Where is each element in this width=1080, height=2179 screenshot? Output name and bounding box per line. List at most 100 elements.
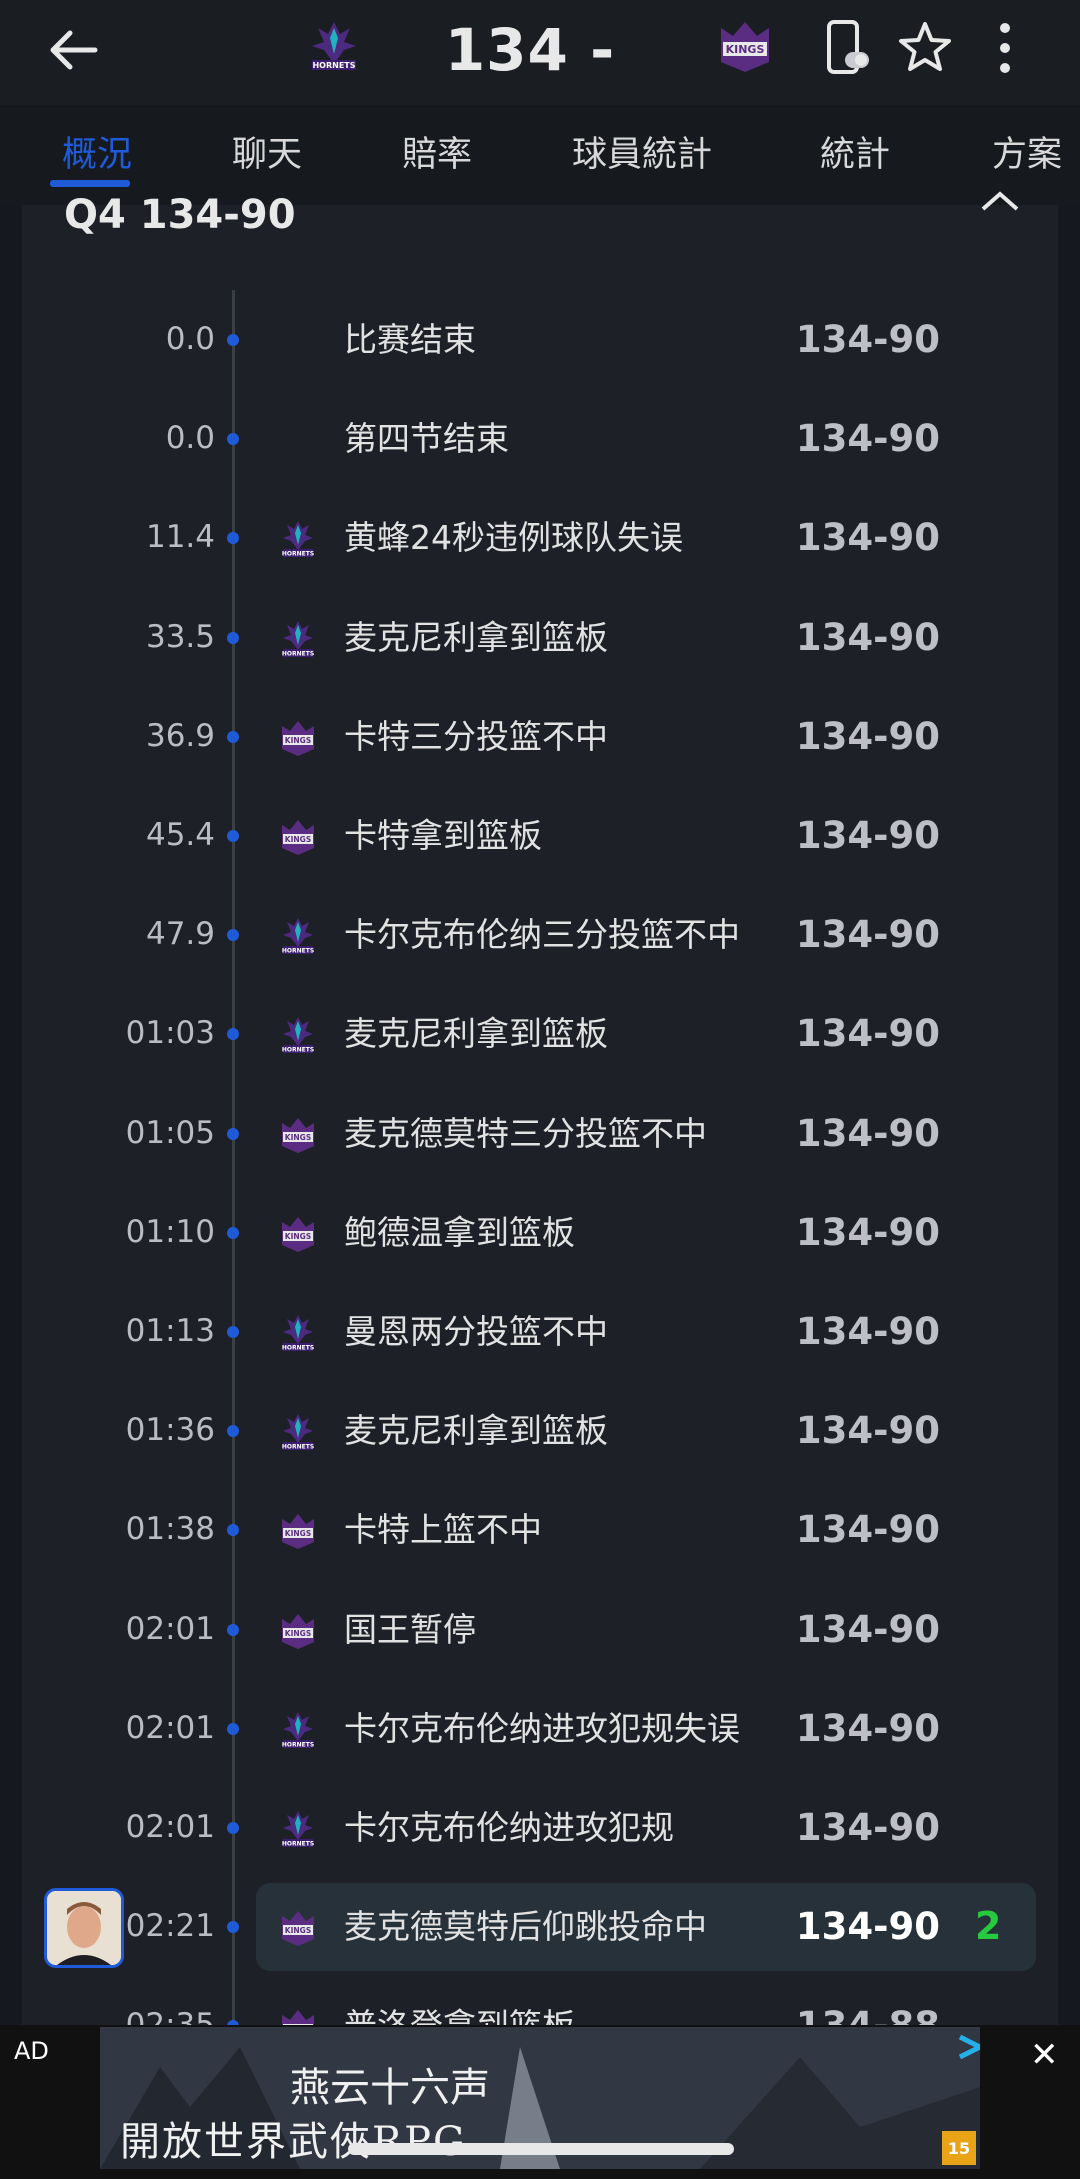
event-row[interactable]: 02:21 KINGS 麦克德莫特后仰跳投命中 134-90 2 bbox=[0, 1877, 1080, 1976]
event-row[interactable]: 0.0 比赛结束 134-90 bbox=[0, 290, 1080, 389]
event-row[interactable]: 33.5 HORNETS 麦克尼利拿到篮板 134-90 bbox=[0, 588, 1080, 687]
event-time: 33.5 bbox=[145, 618, 215, 655]
event-time: 01:13 bbox=[125, 1313, 215, 1349]
back-arrow-icon[interactable] bbox=[40, 18, 110, 88]
event-time: 02:21 bbox=[125, 1908, 215, 1945]
event-description: 麦克尼利拿到篮板 bbox=[344, 1014, 608, 1054]
hornets-logo-icon: HORNETS bbox=[276, 517, 320, 561]
tab-stats[interactable]: 統計 bbox=[820, 105, 890, 205]
timeline-dot bbox=[227, 929, 239, 942]
event-score: 134-90 bbox=[795, 318, 940, 361]
event-time: 02:01 bbox=[125, 1610, 215, 1647]
event-row[interactable]: 01:03 HORNETS 麦克尼利拿到篮板 134-90 bbox=[0, 984, 1080, 1083]
tab-odds[interactable]: 賠率 bbox=[402, 105, 472, 205]
event-time: 01:36 bbox=[125, 1412, 215, 1449]
kings-logo-icon: KINGS bbox=[276, 1212, 320, 1256]
event-row[interactable]: 36.9 KINGS 卡特三分投篮不中 134-90 bbox=[0, 687, 1080, 786]
event-description: 麦克尼利拿到篮板 bbox=[344, 1411, 608, 1451]
timeline-dot bbox=[227, 433, 239, 446]
event-score: 134-90 bbox=[795, 1905, 940, 1949]
svg-text:HORNETS: HORNETS bbox=[282, 1444, 314, 1451]
kings-logo-icon: KINGS bbox=[276, 815, 320, 859]
event-time: 47.9 bbox=[145, 916, 215, 953]
svg-text:KINGS: KINGS bbox=[285, 1529, 311, 1538]
svg-text:KINGS: KINGS bbox=[726, 43, 765, 56]
event-row[interactable]: 01:13 HORNETS 曼恩两分投篮不中 134-90 bbox=[0, 1282, 1080, 1381]
phone-toggle-icon[interactable] bbox=[815, 18, 875, 78]
ad-banner[interactable]: AD 15 燕云十六声 開放世界武俠RPG ✕ bbox=[0, 2025, 1080, 2179]
event-row[interactable]: 02:01 HORNETS 卡尔克布伦纳进攻犯规失误 134-90 bbox=[0, 1679, 1080, 1778]
hornets-logo-icon: HORNETS bbox=[276, 617, 320, 661]
timeline-dot bbox=[227, 1127, 239, 1140]
event-description: 卡尔克布伦纳进攻犯规 bbox=[344, 1808, 674, 1847]
hornets-logo-icon: HORNETS bbox=[276, 1311, 320, 1355]
timeline-dot bbox=[227, 1921, 239, 1934]
timeline-dot bbox=[227, 730, 239, 743]
home-indicator[interactable] bbox=[348, 2143, 734, 2155]
event-row[interactable]: 01:05 KINGS 麦克德莫特三分投篮不中 134-90 bbox=[0, 1084, 1080, 1183]
ad-close-button[interactable]: ✕ bbox=[1030, 2035, 1059, 2075]
tab-player-stats[interactable]: 球員統計 bbox=[572, 105, 712, 205]
event-row[interactable]: 02:01 HORNETS 卡尔克布伦纳进攻犯规 134-90 bbox=[0, 1778, 1080, 1877]
event-description: 卡尔克布伦纳三分投篮不中 bbox=[344, 915, 740, 955]
kings-logo-icon: KINGS bbox=[276, 1906, 320, 1950]
timeline-dot bbox=[227, 1326, 239, 1338]
event-description: 鲍德温拿到篮板 bbox=[344, 1212, 575, 1252]
kings-logo-icon: KINGS bbox=[276, 1113, 320, 1157]
event-row[interactable]: 45.4 KINGS 卡特拿到篮板 134-90 bbox=[0, 786, 1080, 885]
event-time: 01:05 bbox=[125, 1114, 215, 1151]
quarter-title: Q4 134-90 bbox=[64, 192, 296, 238]
svg-text:HORNETS: HORNETS bbox=[282, 1841, 314, 1848]
timeline-dot bbox=[227, 1226, 239, 1239]
event-score: 134-90 bbox=[795, 1806, 940, 1849]
event-score: 134-90 bbox=[795, 1111, 940, 1155]
event-score: 134-90 bbox=[795, 1409, 940, 1453]
kings-logo-icon: KINGS bbox=[276, 1509, 320, 1553]
svg-text:KINGS: KINGS bbox=[285, 1629, 311, 1638]
event-score: 134-90 bbox=[795, 615, 940, 659]
svg-text:KINGS: KINGS bbox=[285, 736, 311, 745]
top-bar: HORNETS 134 - 90 KINGS bbox=[0, 0, 1080, 164]
event-row[interactable]: 01:36 HORNETS 麦克尼利拿到篮板 134-90 bbox=[0, 1381, 1080, 1480]
ad-subtitle: 開放世界武俠RPG bbox=[120, 2119, 467, 2165]
event-score: 134-90 bbox=[795, 516, 940, 560]
event-description: 黄蜂24秒违例球队失误 bbox=[344, 518, 683, 558]
timeline-dot bbox=[227, 1822, 239, 1834]
svg-text:HORNETS: HORNETS bbox=[282, 1345, 314, 1352]
event-row[interactable]: 0.0 第四节结束 134-90 bbox=[0, 389, 1080, 488]
ad-title: 燕云十六声 bbox=[290, 2065, 490, 2111]
svg-text:15: 15 bbox=[948, 2139, 970, 2158]
timeline-dot bbox=[227, 1028, 239, 1041]
event-description: 麦克德莫特三分投篮不中 bbox=[344, 1113, 707, 1153]
event-time: 0.0 bbox=[165, 321, 215, 357]
hornets-logo-icon: HORNETS bbox=[312, 22, 356, 70]
event-description: 麦克德莫特后仰跳投命中 bbox=[344, 1907, 707, 1947]
event-time: 0.0 bbox=[165, 420, 215, 457]
event-description: 比赛结束 bbox=[344, 320, 476, 359]
event-row[interactable]: 11.4 HORNETS 黄蜂24秒违例球队失误 134-90 bbox=[0, 488, 1080, 587]
event-description: 第四节结束 bbox=[344, 419, 509, 459]
svg-text:KINGS: KINGS bbox=[285, 1232, 311, 1241]
event-score: 134-90 bbox=[795, 417, 940, 461]
hornets-logo-icon: HORNETS bbox=[276, 914, 320, 958]
hornets-logo-icon: HORNETS bbox=[276, 1807, 320, 1851]
event-row[interactable]: 02:01 KINGS 国王暂停 134-90 bbox=[0, 1580, 1080, 1679]
event-description: 国王暂停 bbox=[344, 1609, 476, 1649]
timeline-dot bbox=[227, 631, 239, 644]
event-score: 134-90 bbox=[795, 1210, 940, 1254]
timeline-dot bbox=[227, 1623, 239, 1636]
timeline-dot bbox=[227, 1722, 239, 1735]
event-row[interactable]: 47.9 HORNETS 卡尔克布伦纳三分投篮不中 134-90 bbox=[0, 885, 1080, 984]
collapse-chevron-icon[interactable] bbox=[975, 185, 1025, 225]
event-description: 卡特三分投篮不中 bbox=[344, 716, 608, 756]
svg-text:HORNETS: HORNETS bbox=[282, 1047, 314, 1054]
timeline-dot bbox=[227, 1524, 239, 1537]
event-time: 02:01 bbox=[125, 1809, 215, 1845]
event-score: 134-90 bbox=[795, 913, 940, 957]
star-icon[interactable] bbox=[895, 18, 955, 78]
event-row[interactable]: 01:10 KINGS 鲍德温拿到篮板 134-90 bbox=[0, 1183, 1080, 1282]
event-description: 卡特上篮不中 bbox=[344, 1510, 542, 1550]
event-score: 134-90 bbox=[795, 1607, 940, 1651]
more-options-icon[interactable] bbox=[975, 18, 1035, 78]
event-row[interactable]: 01:38 KINGS 卡特上篮不中 134-90 bbox=[0, 1480, 1080, 1579]
